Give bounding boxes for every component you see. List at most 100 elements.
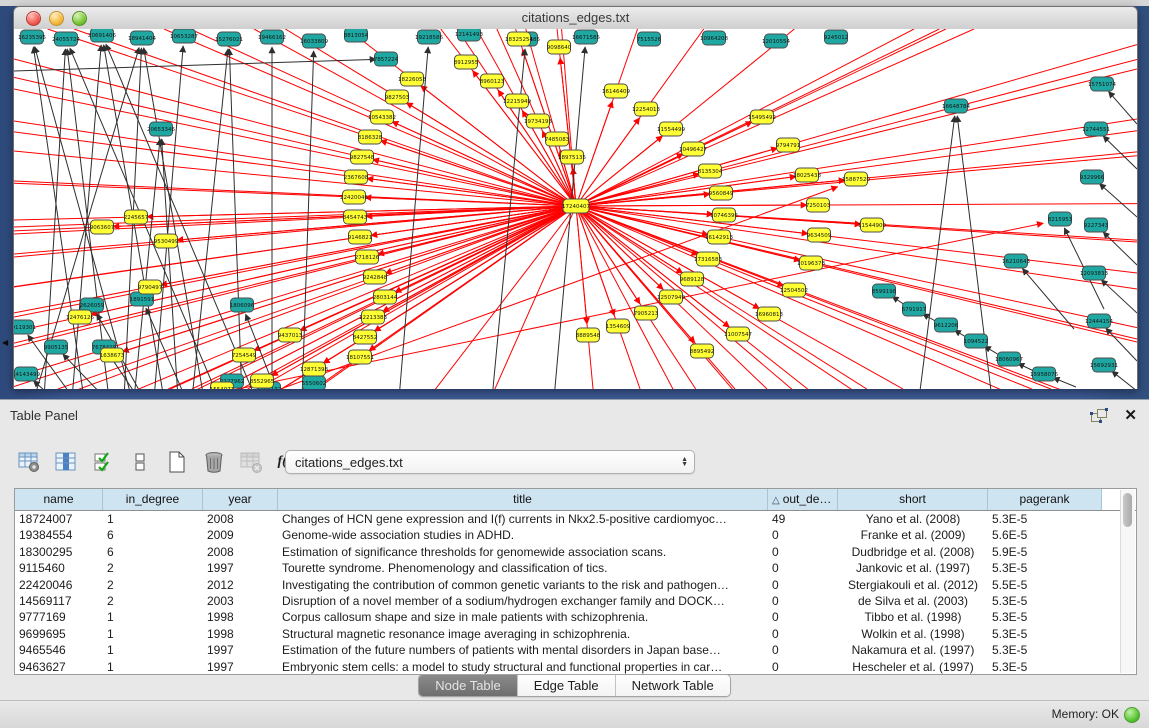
network-node[interactable]: 8813054 xyxy=(344,29,369,42)
cell-year[interactable]: 2008 xyxy=(203,511,278,527)
network-window[interactable]: citations_edges.txt 16235395240557242069… xyxy=(13,6,1138,389)
select-rows-button[interactable] xyxy=(90,449,116,475)
network-node[interactable]: 24055724 xyxy=(52,32,80,46)
network-hub-node[interactable]: 17240407 xyxy=(562,199,590,213)
network-node[interactable]: 10964208 xyxy=(700,31,728,45)
network-node[interactable]: 12213383 xyxy=(359,310,387,324)
cell-year[interactable]: 2008 xyxy=(203,544,278,560)
cell-out_de[interactable]: 0 xyxy=(768,593,838,609)
row-height-button[interactable] xyxy=(127,449,153,475)
delete-button[interactable] xyxy=(201,449,227,475)
network-node[interactable]: 8135304 xyxy=(698,164,723,178)
cell-out_de[interactable]: 0 xyxy=(768,609,838,625)
cell-pagerank[interactable]: 5.3E-5 xyxy=(988,560,1102,576)
cell-pagerank[interactable]: 5.3E-5 xyxy=(988,511,1102,527)
cell-title[interactable]: Tourette syndrome. Phenomenology and cla… xyxy=(278,560,768,576)
network-node[interactable]: 9827503 xyxy=(385,90,410,104)
cell-name[interactable]: 9777169 xyxy=(15,609,103,625)
network-node[interactable]: 9827548 xyxy=(350,150,375,164)
network-node[interactable]: 16146409 xyxy=(602,84,630,98)
network-node[interactable]: 9227343 xyxy=(1084,218,1109,232)
cell-in_degree[interactable]: 1 xyxy=(103,642,203,658)
network-node[interactable]: 15276021 xyxy=(215,32,243,46)
network-node[interactable]: 5550602 xyxy=(302,376,327,389)
network-window-titlebar[interactable]: citations_edges.txt xyxy=(14,7,1137,30)
cell-year[interactable]: 2012 xyxy=(203,577,278,593)
network-node[interactable]: 12010554 xyxy=(762,34,790,48)
cell-pagerank[interactable]: 5.3E-5 xyxy=(988,593,1102,609)
network-node[interactable]: 1094522 xyxy=(964,334,989,348)
network-node[interactable]: 19466162 xyxy=(258,30,286,44)
network-node[interactable]: 12444154 xyxy=(1085,314,1113,328)
table-row[interactable]: 1456911722003Disruption of a novel membe… xyxy=(15,593,1136,609)
cell-title[interactable]: Estimation of the future numbers of pati… xyxy=(278,642,768,658)
network-canvas[interactable]: 1623539524055724206914061894140410653287… xyxy=(14,29,1137,389)
network-node[interactable]: 9245012 xyxy=(824,30,849,44)
cell-name[interactable]: 14569117 xyxy=(15,593,103,609)
cell-in_degree[interactable]: 1 xyxy=(103,609,203,625)
cell-name[interactable]: 18300295 xyxy=(15,544,103,560)
network-node[interactable]: 10196378 xyxy=(797,256,825,270)
cell-name[interactable]: 9463627 xyxy=(15,659,103,675)
cell-title[interactable]: Structural magnetic resonance image aver… xyxy=(278,626,768,642)
cell-title[interactable]: Genome-wide association studies in ADHD. xyxy=(278,527,768,543)
cell-short[interactable]: Stergiakouli et al. (2012) xyxy=(838,577,988,593)
network-node[interactable]: 17316583 xyxy=(694,252,722,266)
column-header-out_de[interactable]: △out_de… xyxy=(768,489,838,510)
network-node[interactable]: 16235395 xyxy=(18,30,46,44)
network-node[interactable]: 19734193 xyxy=(524,114,552,128)
minimize-window-button[interactable] xyxy=(49,11,64,26)
cell-title[interactable]: Corpus callosum shape and size in male p… xyxy=(278,609,768,625)
column-header-short[interactable]: short xyxy=(838,489,988,510)
cell-title[interactable]: Estimation of significance thresholds fo… xyxy=(278,544,768,560)
close-panel-icon[interactable]: ✕ xyxy=(1124,409,1137,423)
table-row[interactable]: 946554611997Estimation of the future num… xyxy=(15,642,1136,658)
network-node[interactable]: 15495492 xyxy=(748,110,776,124)
cell-year[interactable]: 1998 xyxy=(203,626,278,642)
network-node[interactable]: 9329966 xyxy=(1080,170,1105,184)
network-node[interactable]: 1638673 xyxy=(100,348,125,362)
network-node[interactable]: 12254013 xyxy=(632,102,660,116)
network-node[interactable]: 16960813 xyxy=(755,307,783,321)
cell-out_de[interactable]: 0 xyxy=(768,659,838,675)
float-panel-icon[interactable] xyxy=(1090,408,1108,423)
cell-year[interactable]: 1997 xyxy=(203,560,278,576)
table-scrollbar-thumb[interactable] xyxy=(1123,493,1132,527)
table-row[interactable]: 1872400712008Changes of HCN gene express… xyxy=(15,511,1136,527)
cell-year[interactable]: 1998 xyxy=(203,609,278,625)
network-node[interactable]: 1806096 xyxy=(230,298,255,312)
network-node[interactable]: 15887520 xyxy=(842,172,870,186)
network-node[interactable]: 12093833 xyxy=(1080,266,1108,280)
network-node[interactable]: 15751074 xyxy=(1088,77,1116,91)
tab-edge-table[interactable]: Edge Table xyxy=(518,675,616,696)
cell-year[interactable]: 2009 xyxy=(203,527,278,543)
network-node[interactable]: 8186328 xyxy=(358,130,383,144)
table-row[interactable]: 2242004622012Investigating the contribut… xyxy=(15,577,1136,593)
network-node[interactable]: 8599198 xyxy=(872,284,897,298)
network-node[interactable]: 18060967 xyxy=(995,352,1023,366)
network-node[interactable]: 14143499 xyxy=(14,367,40,381)
cell-short[interactable]: Jankovic et al. (1997) xyxy=(838,560,988,576)
network-table-select[interactable]: citations_edges.txt ▲▼ xyxy=(285,450,695,474)
cell-year[interactable]: 1997 xyxy=(203,659,278,675)
cell-in_degree[interactable]: 2 xyxy=(103,593,203,609)
network-node[interactable]: 16142913 xyxy=(705,230,733,244)
network-node[interactable]: 8215953 xyxy=(1048,212,1073,226)
table-row[interactable]: 1830029562008Estimation of significance … xyxy=(15,544,1136,560)
table-row[interactable]: 969969511998Structural magnetic resonanc… xyxy=(15,626,1136,642)
cell-pagerank[interactable]: 5.3E-5 xyxy=(988,659,1102,675)
network-node[interactable]: 8889548 xyxy=(576,328,601,342)
network-node[interactable]: 9242848 xyxy=(363,270,388,284)
network-node[interactable]: 11554499 xyxy=(657,122,685,136)
network-node[interactable]: 7485083 xyxy=(545,132,570,146)
cell-name[interactable]: 18724007 xyxy=(15,511,103,527)
cell-pagerank[interactable]: 5.3E-5 xyxy=(988,626,1102,642)
network-node[interactable]: 9560849 xyxy=(709,186,734,200)
network-node[interactable]: 16033809 xyxy=(300,34,328,48)
network-node[interactable]: 15958076 xyxy=(1030,367,1058,381)
network-node[interactable]: 2245657 xyxy=(124,210,149,224)
cell-out_de[interactable]: 49 xyxy=(768,511,838,527)
network-node[interactable]: 18226058 xyxy=(398,72,426,86)
cell-short[interactable]: Dudbridge et al. (2008) xyxy=(838,544,988,560)
cell-pagerank[interactable]: 5.3E-5 xyxy=(988,609,1102,625)
